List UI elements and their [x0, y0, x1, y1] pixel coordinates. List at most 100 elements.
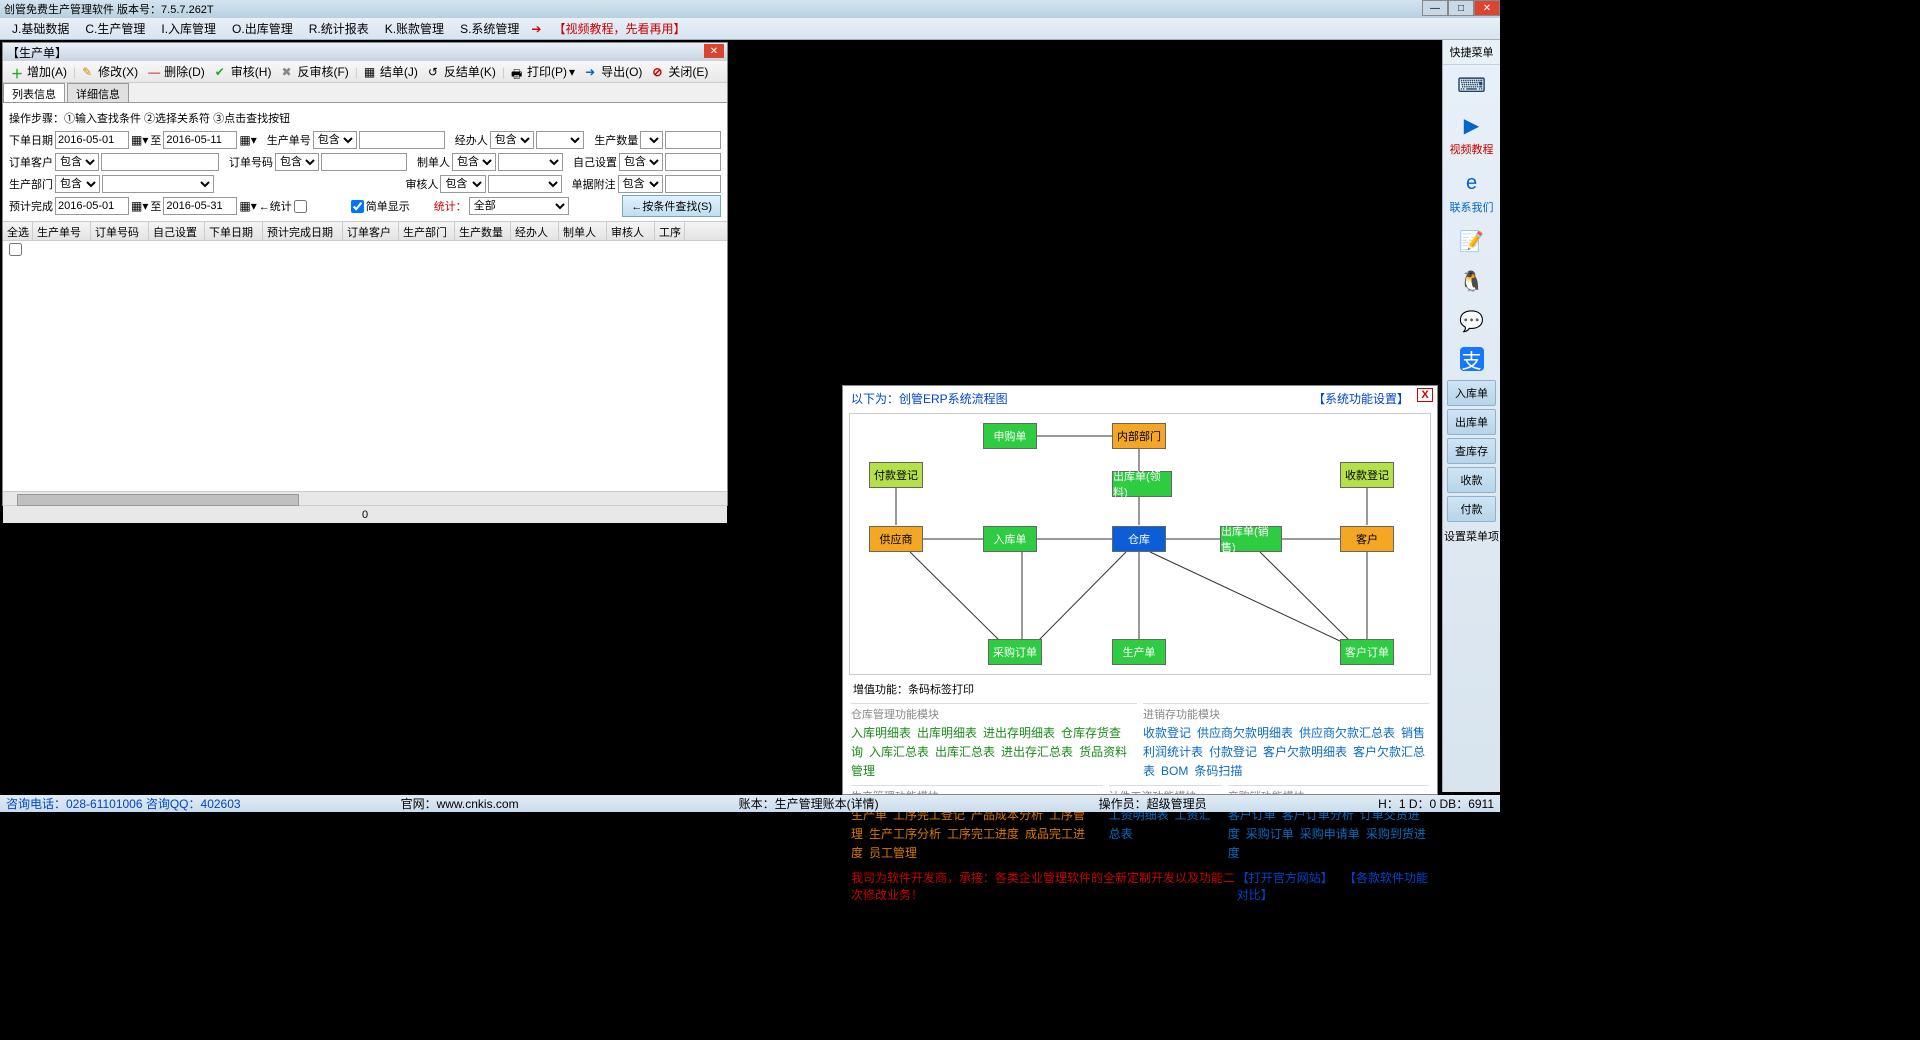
remark-input[interactable]	[665, 175, 721, 193]
tab-list[interactable]: 列表信息	[3, 83, 65, 102]
cust-input[interactable]	[101, 153, 219, 171]
module-link[interactable]: 付款登记	[1209, 745, 1257, 759]
col-custom[interactable]: 自己设置	[149, 222, 205, 240]
auditor-op-select[interactable]: 包含	[440, 175, 485, 193]
calendar-icon[interactable]: ▦▾	[131, 199, 148, 213]
col-orderdate[interactable]: 下单日期	[205, 222, 263, 240]
maker-op-select[interactable]: 包含	[452, 153, 496, 171]
export-button[interactable]: ➜导出(O)	[581, 62, 646, 81]
menu-inbound[interactable]: I.入库管理	[153, 18, 224, 39]
auditor-input[interactable]	[488, 175, 562, 193]
custom-op-select[interactable]: 包含	[619, 153, 663, 171]
qty-input[interactable]	[665, 131, 721, 149]
maximize-button[interactable]: □	[1448, 0, 1474, 16]
flow-close-button[interactable]: X	[1417, 388, 1433, 402]
calendar-icon[interactable]: ▦▾	[239, 199, 256, 213]
module-link[interactable]: 生产工序分析	[869, 827, 941, 841]
print-button[interactable]: 🖶打印(P) ▾	[507, 62, 579, 81]
minimize-button[interactable]: —	[1422, 0, 1448, 16]
menu-video-tutorial[interactable]: 【视频教程，先看再用】	[545, 18, 693, 39]
edit-button[interactable]: ✎修改(X)	[78, 62, 142, 81]
alipay-shortcut[interactable]: 支	[1443, 341, 1500, 377]
close-order-button[interactable]: ▦结单(J)	[360, 62, 422, 81]
handler-input[interactable]	[536, 131, 584, 149]
date-to-input[interactable]	[163, 131, 237, 149]
node-production-order[interactable]: 生产单	[1112, 639, 1166, 665]
menu-accounts[interactable]: K.账款管理	[377, 18, 452, 39]
module-link[interactable]: 入库汇总表	[869, 745, 929, 759]
official-site-link[interactable]: 【打开官方网站】	[1237, 871, 1333, 885]
prodno-input[interactable]	[359, 131, 445, 149]
module-link[interactable]: BOM	[1161, 764, 1188, 778]
simple-checkbox[interactable]	[351, 200, 364, 213]
col-cust[interactable]: 订单客户	[343, 222, 399, 240]
audit-button[interactable]: ✔审核(H)	[211, 62, 276, 81]
custom-input[interactable]	[665, 153, 721, 171]
node-apply[interactable]: 申购单	[983, 423, 1037, 449]
dept-op-select[interactable]: 包含	[55, 175, 100, 193]
node-recvreg[interactable]: 收款登记	[1340, 462, 1394, 488]
tab-detail[interactable]: 详细信息	[67, 83, 129, 102]
calendar-icon[interactable]: ▦▾	[239, 133, 256, 147]
menu-production[interactable]: C.生产管理	[77, 18, 153, 39]
module-link[interactable]: 进出存汇总表	[1001, 745, 1073, 759]
horizontal-scrollbar[interactable]	[3, 491, 727, 505]
col-qty[interactable]: 生产数量	[455, 222, 511, 240]
delete-button[interactable]: —删除(D)	[144, 62, 209, 81]
add-button[interactable]: ＋增加(A)	[7, 62, 71, 81]
calculator-shortcut[interactable]: ⌨	[1443, 65, 1500, 105]
est-from-input[interactable]	[55, 197, 129, 215]
set-menu-link[interactable]: 设置菜单项	[1443, 528, 1500, 544]
module-link[interactable]: 入库明细表	[851, 726, 911, 740]
stat-checkbox[interactable]	[294, 200, 307, 213]
dept-input[interactable]	[102, 175, 213, 193]
date-from-input[interactable]	[55, 131, 129, 149]
module-link[interactable]: 工序完工进度	[947, 827, 1019, 841]
orderno-input[interactable]	[321, 153, 407, 171]
system-settings-link[interactable]: 【系统功能设置】	[1313, 390, 1409, 407]
module-link[interactable]: 员工管理	[869, 846, 917, 860]
col-select[interactable]: 全选	[3, 222, 33, 240]
node-out-sale[interactable]: 出库单(销售)	[1220, 526, 1282, 552]
col-dept[interactable]: 生产部门	[399, 222, 455, 240]
notepad-shortcut[interactable]: 📝	[1443, 221, 1500, 261]
module-link[interactable]: 出库明细表	[917, 726, 977, 740]
panel-close-button[interactable]: ✕	[704, 44, 724, 58]
outbound-button[interactable]: 出库单	[1447, 409, 1496, 435]
total-select[interactable]: 全部	[469, 197, 569, 215]
module-link[interactable]: 采购申请单	[1300, 827, 1360, 841]
menu-system[interactable]: S.系统管理	[452, 18, 527, 39]
close-button[interactable]: ✕	[1474, 0, 1500, 16]
node-customer[interactable]: 客户	[1340, 526, 1394, 552]
col-estdate[interactable]: 预计完成日期	[263, 222, 343, 240]
col-handler[interactable]: 经办人	[511, 222, 559, 240]
module-link[interactable]: 条码扫描	[1194, 764, 1242, 778]
est-to-input[interactable]	[163, 197, 237, 215]
cust-op-select[interactable]: 包含	[55, 153, 99, 171]
unaudit-button[interactable]: ✖反审核(F)	[277, 62, 352, 81]
calendar-icon[interactable]: ▦▾	[131, 133, 148, 147]
node-supplier[interactable]: 供应商	[869, 526, 923, 552]
node-warehouse[interactable]: 仓库	[1112, 526, 1166, 552]
remark-op-select[interactable]: 包含	[618, 175, 663, 193]
col-maker[interactable]: 制单人	[559, 222, 607, 240]
prodno-op-select[interactable]: 包含	[313, 131, 357, 149]
col-auditor[interactable]: 审核人	[607, 222, 655, 240]
module-link[interactable]: 出库汇总表	[935, 745, 995, 759]
receive-button[interactable]: 收款	[1447, 467, 1496, 493]
close-panel-button[interactable]: ⊘关闭(E)	[648, 62, 712, 81]
stock-button[interactable]: 查库存	[1447, 438, 1496, 464]
col-orderno[interactable]: 订单号码	[91, 222, 149, 240]
menu-reports[interactable]: R.统计报表	[301, 18, 377, 39]
node-payreg[interactable]: 付款登记	[869, 462, 923, 488]
qq-shortcut[interactable]: 🐧	[1443, 261, 1500, 301]
contact-us-shortcut[interactable]: e联系我们	[1443, 163, 1500, 221]
qty-op-select[interactable]	[640, 131, 663, 149]
handler-op-select[interactable]: 包含	[490, 131, 534, 149]
module-link[interactable]: 进出存明细表	[983, 726, 1055, 740]
node-dept[interactable]: 内部部门	[1112, 423, 1166, 449]
unclose-order-button[interactable]: ↺反结单(K)	[424, 62, 500, 81]
inbound-button[interactable]: 入库单	[1447, 380, 1496, 406]
module-link[interactable]: 采购订单	[1246, 827, 1294, 841]
col-prodno[interactable]: 生产单号	[33, 222, 91, 240]
